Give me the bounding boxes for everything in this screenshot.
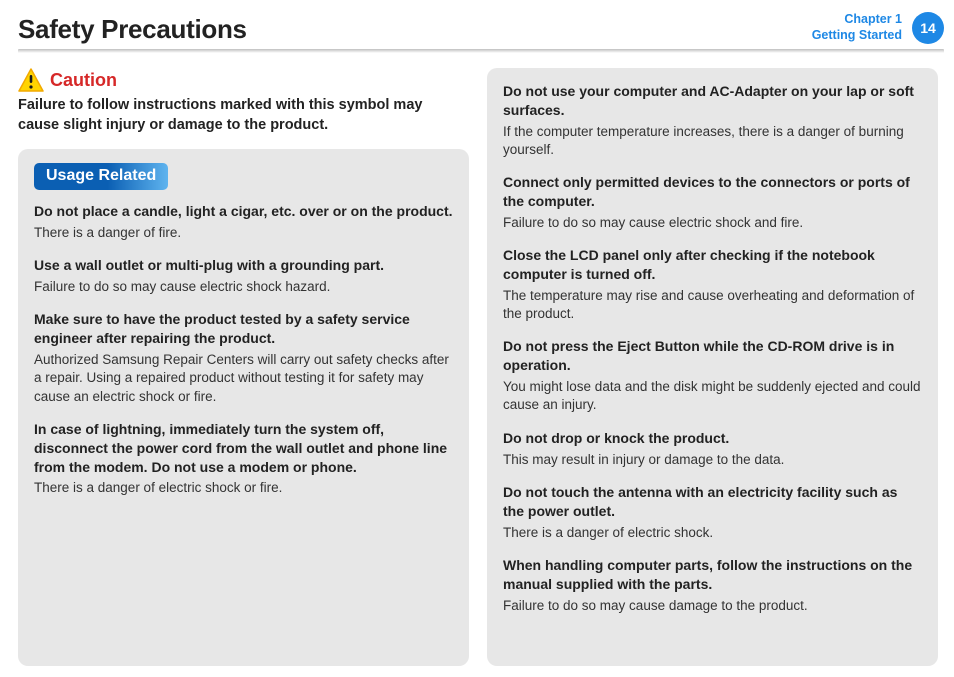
item-body: The temperature may rise and cause overh… — [503, 287, 922, 323]
caution-heading: Caution — [18, 68, 469, 92]
item-body: If the computer temperature increases, t… — [503, 123, 922, 159]
item-heading: Connect only permitted devices to the co… — [503, 173, 922, 211]
right-panel: Do not use your computer and AC-Adapter … — [487, 68, 938, 666]
list-item: Connect only permitted devices to the co… — [503, 173, 922, 232]
chapter-block: Chapter 1 Getting Started 14 — [812, 8, 944, 44]
left-panel: Usage Related Do not place a candle, lig… — [18, 149, 469, 666]
item-heading: Do not press the Eject Button while the … — [503, 337, 922, 375]
list-item: Do not drop or knock the product. This m… — [503, 429, 922, 469]
item-heading: Use a wall outlet or multi-plug with a g… — [34, 256, 453, 275]
list-item: Close the LCD panel only after checking … — [503, 246, 922, 323]
list-item: Use a wall outlet or multi-plug with a g… — [34, 256, 453, 296]
item-body: This may result in injury or damage to t… — [503, 451, 922, 469]
list-item: Do not place a candle, light a cigar, et… — [34, 202, 453, 242]
caution-description: Failure to follow instructions marked wi… — [18, 96, 448, 135]
content-area: Caution Failure to follow instructions m… — [0, 54, 954, 676]
item-body: Failure to do so may cause electric shoc… — [34, 278, 453, 296]
list-item: When handling computer parts, follow the… — [503, 556, 922, 615]
chapter-line-1: Chapter 1 — [812, 12, 902, 28]
item-body: Failure to do so may cause damage to the… — [503, 597, 922, 615]
item-body: There is a danger of electric shock. — [503, 524, 922, 542]
caution-label: Caution — [50, 70, 117, 91]
item-heading: In case of lightning, immediately turn t… — [34, 420, 453, 477]
list-item: Do not touch the antenna with an electri… — [503, 483, 922, 542]
list-item: In case of lightning, immediately turn t… — [34, 420, 453, 498]
page-number-badge: 14 — [912, 12, 944, 44]
list-item: Do not use your computer and AC-Adapter … — [503, 82, 922, 159]
item-body: There is a danger of fire. — [34, 224, 453, 242]
section-chip-usage: Usage Related — [34, 163, 168, 190]
item-heading: Do not touch the antenna with an electri… — [503, 483, 922, 521]
item-heading: Do not place a candle, light a cigar, et… — [34, 202, 453, 221]
item-body: Authorized Samsung Repair Centers will c… — [34, 351, 453, 406]
item-heading: Make sure to have the product tested by … — [34, 310, 453, 348]
item-heading: Close the LCD panel only after checking … — [503, 246, 922, 284]
item-heading: When handling computer parts, follow the… — [503, 556, 922, 594]
item-body: You might lose data and the disk might b… — [503, 378, 922, 414]
right-column: Do not use your computer and AC-Adapter … — [487, 68, 938, 666]
header-bar: Safety Precautions Chapter 1 Getting Sta… — [0, 0, 954, 45]
chapter-text: Chapter 1 Getting Started — [812, 12, 902, 43]
item-heading: Do not drop or knock the product. — [503, 429, 922, 448]
list-item: Do not press the Eject Button while the … — [503, 337, 922, 414]
caution-icon — [18, 68, 44, 92]
page-number: 14 — [920, 20, 936, 36]
page-title: Safety Precautions — [18, 8, 247, 45]
left-column: Caution Failure to follow instructions m… — [18, 68, 469, 666]
chapter-line-2: Getting Started — [812, 28, 902, 44]
item-heading: Do not use your computer and AC-Adapter … — [503, 82, 922, 120]
list-item: Make sure to have the product tested by … — [34, 310, 453, 405]
item-body: Failure to do so may cause electric shoc… — [503, 214, 922, 232]
item-body: There is a danger of electric shock or f… — [34, 479, 453, 497]
